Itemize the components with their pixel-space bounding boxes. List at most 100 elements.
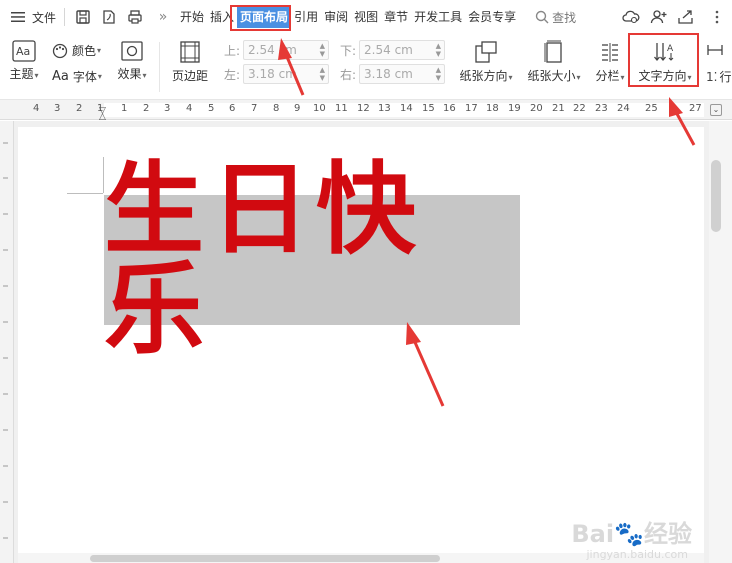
ruler-number: 8 [273,103,280,114]
file-label: 文件 [32,10,57,25]
vertical-ruler [0,121,14,563]
watermark-main: Bai [571,520,615,548]
margin-right-field[interactable]: 右: 3.18 cm ▲ ▼ [340,64,446,84]
collaborate-user-icon[interactable] [650,9,668,25]
margin-button[interactable]: 页边距 [168,40,212,84]
text-box[interactable]: 生日快乐 [104,160,520,360]
share-icon[interactable] [677,9,695,25]
ruler-number: 20 [530,103,543,114]
margin-label: 页边距 [171,69,208,83]
horizontal-ruler: 4 3 2 1 1 2 3 4 5 6 7 8 9 10 11 12 13 14… [0,100,732,122]
ruler-number: 15 [422,103,435,114]
font-label: 字体 [72,70,97,84]
highlight-box-text-direction [628,33,699,87]
ruler-number: 12 [357,103,370,114]
orientation-icon [473,40,499,64]
ruler-number: 23 [595,103,608,114]
line-spacing-icon: 1⁚ [706,69,718,84]
page-size-icon [543,40,565,64]
search-icon [535,10,549,24]
page-size-button[interactable]: 纸张大小▾ [524,40,584,84]
tab-member[interactable]: 会员专享 [465,6,519,28]
line-button[interactable]: 1⁚ 行 [706,68,731,85]
ruler-number: 1 [121,103,128,114]
ruler-number: 4 [186,103,193,114]
ruler-number: 19 [508,103,521,114]
margin-bottom-label: 下: [340,43,357,58]
spinner-arrows-icon[interactable]: ▲ ▼ [436,66,441,82]
line-label: 行 [719,70,732,84]
indent-marker-icon[interactable]: ▽ △ [99,107,106,122]
margin-bottom-field[interactable]: 下: 2.54 cm ▲ ▼ [340,40,446,60]
menubar: 文件 » 开始 插入 页面布局 引用 审阅 视图 章节 开发工具 会员专享 查找 [0,0,732,34]
palette-icon [52,43,68,59]
effect-button[interactable]: 效果▾ [114,40,150,82]
ruler-number: 24 [617,103,630,114]
ruler-number: 11 [335,103,348,114]
ruler-toggle-icon[interactable]: ⌄ [710,104,722,116]
tab-developer[interactable]: 开发工具 [411,6,465,28]
font-aa-glyph: Aa [52,69,69,84]
color-caret-icon: ▾ [97,46,102,55]
ruler-number: 27 [689,103,702,114]
spinner-arrows-icon[interactable]: ▲ ▼ [320,66,325,82]
horizontal-scrollbar-thumb[interactable] [90,555,440,562]
ruler-number: 2 [76,103,83,114]
export-pdf-icon[interactable] [97,9,121,25]
watermark-logo: Bai🐾经验 [571,514,692,549]
margin-top-label: 上: [224,43,241,58]
more-chevron-icon[interactable]: » [153,9,173,25]
divider [64,8,66,26]
more-options-icon[interactable] [714,9,720,25]
ruler-number: 22 [573,103,586,114]
tab-chapter[interactable]: 章节 [381,6,411,28]
paw-icon: 🐾 [614,520,644,548]
ruler-number: 13 [378,103,391,114]
line-number-icon[interactable] [706,43,724,57]
tab-references[interactable]: 引用 [291,6,321,28]
ruler-number: 3 [164,103,171,114]
columns-button[interactable]: 分栏▾ [592,40,628,84]
cloud-sync-icon[interactable] [622,9,640,25]
ribbon-divider [159,42,160,92]
color-label: 颜色 [72,44,97,58]
ruler-number: 16 [443,103,456,114]
spinner-arrows-icon[interactable]: ▲ ▼ [436,42,441,58]
watermark-brand: 经验 [644,520,692,548]
effect-caret-icon: ▾ [142,71,147,80]
orientation-button[interactable]: 纸张方向▾ [456,40,516,84]
ruler-number: 14 [400,103,413,114]
font-button[interactable]: Aa 字体 ▾ [52,68,102,85]
color-button[interactable]: 颜色 ▾ [52,42,101,59]
spinner-arrows-icon[interactable]: ▲ ▼ [320,42,325,58]
ruler-number: 9 [294,103,301,114]
tab-view[interactable]: 视图 [351,6,381,28]
file-menu[interactable]: 文件 [10,6,56,28]
ruler-number: 6 [229,103,236,114]
theme-icon: Aa [12,40,36,62]
print-icon[interactable] [123,9,147,25]
margin-top-field[interactable]: 上: 2.54 cm ▲ ▼ [224,40,330,60]
theme-button[interactable]: Aa 主题▾ [8,40,40,82]
ribbon: Aa 主题▾ 颜色 ▾ Aa 字体 ▾ 效果▾ 页边距 上: 2.54 cm ▲ ▼ 下… [0,34,732,100]
document-text[interactable]: 生日快乐 [104,160,520,360]
ruler-number: 10 [313,103,326,114]
orientation-caret-icon: ▾ [508,73,513,82]
ruler-number: 18 [486,103,499,114]
vertical-scrollbar-thumb[interactable] [711,160,721,232]
columns-label: 分栏 [595,69,620,83]
ruler-number: 25 [645,103,658,114]
tab-review[interactable]: 审阅 [321,6,351,28]
margin-left-field[interactable]: 左: 3.18 cm ▲ ▼ [224,64,330,84]
save-icon[interactable] [73,9,93,25]
svg-text:Aa: Aa [16,45,30,58]
ruler-number: 2 [143,103,150,114]
page-size-caret-icon: ▾ [576,73,581,82]
ruler-number: 3 [54,103,61,114]
search-label: 查找 [552,10,577,25]
theme-caret-icon: ▾ [34,71,39,80]
search-box[interactable]: 查找 [535,6,576,28]
tab-home[interactable]: 开始 [177,6,207,28]
margin-icon [179,40,201,64]
effect-label: 效果 [117,67,142,81]
